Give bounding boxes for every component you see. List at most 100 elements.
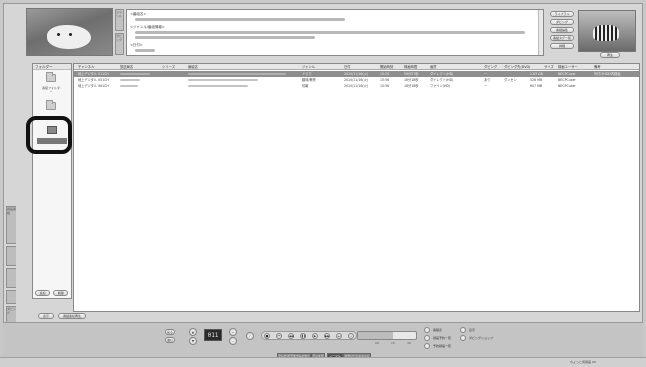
preview-thumbnail[interactable]	[578, 10, 636, 52]
view-icon[interactable]	[460, 327, 466, 333]
seek-mark: 15	[391, 341, 395, 345]
col-duration[interactable]: 録画時間	[404, 64, 417, 70]
vtab-recorded[interactable]: 録画番組	[6, 206, 16, 244]
col-dubbing-dest[interactable]: ダビング先(DVD)	[504, 64, 530, 70]
vtab-3[interactable]	[6, 268, 16, 288]
col-station[interactable]: 放送局名	[120, 64, 133, 70]
info-tab-label: ダビング	[116, 34, 123, 42]
vertical-tab-strip: 録画番組 ダビング	[6, 206, 16, 326]
col-program-name[interactable]: 番組名	[188, 64, 198, 70]
channel-display: 011	[204, 329, 222, 341]
continuous-play-button[interactable]: 番組連続再生	[58, 313, 86, 319]
scheduled-list-label[interactable]: 予約録画一覧	[433, 344, 451, 348]
fast-forward-icon[interactable]: ▶▶	[324, 333, 330, 339]
cell-size: 607 MB	[530, 84, 543, 88]
date-label: <日付>	[130, 43, 143, 47]
program-info-box: <番組名> <ジャンル/番組情報> <日付>	[126, 9, 544, 56]
vtab-2[interactable]	[6, 246, 16, 266]
rewind-icon[interactable]: ◀◀	[288, 333, 294, 339]
tag-list-button[interactable]: 番組タグ一覧	[550, 35, 574, 41]
folder-panel: フォルダー 番組フォルダー 追加 削除	[32, 63, 72, 299]
skip-icon[interactable]: »	[348, 333, 354, 339]
channel-up-icon[interactable]: ▲	[189, 328, 197, 336]
program-name-value	[135, 18, 345, 21]
col-series[interactable]: シリーズ	[162, 64, 175, 70]
folder-icon	[46, 100, 56, 110]
col-date[interactable]: 日付	[344, 64, 351, 70]
info-scrollbar[interactable]	[538, 10, 543, 55]
folder-item[interactable]: 番組フォルダー	[41, 86, 61, 94]
transport-controls: ■ ⏮ ◀◀ ❚❚ ▶ ▶▶ ⏭ »	[261, 331, 357, 340]
pause-icon[interactable]: ❚❚	[300, 333, 306, 339]
next-chapter-icon[interactable]: ⏭	[336, 333, 342, 339]
info-tab-dubbing[interactable]: ダビング	[115, 33, 124, 55]
play-icon[interactable]: ▶	[312, 333, 318, 339]
content-value-line	[135, 36, 315, 39]
date-value	[135, 49, 155, 52]
col-dubbing[interactable]: ダビング	[484, 64, 497, 70]
col-note[interactable]: 備考	[594, 64, 601, 70]
col-start[interactable]: 開始時刻	[380, 64, 393, 70]
info-tabs: ジャンル ダビング	[115, 9, 124, 55]
table-row[interactable]: 地上デジタル 061CH 情報 2010/11/16(火) 15:56 16分1…	[74, 83, 639, 89]
cell-channel: 地上デジタル 061CH	[78, 84, 109, 88]
reservation-list-icon[interactable]	[424, 335, 430, 341]
player-bar: 戻る 進む ▲ ▼ 011 + − ♪ ■ ⏮ ◀◀ ❚❚ ▶ ▶▶ ⏭ » 0…	[3, 322, 643, 358]
seek-bar[interactable]	[357, 331, 417, 340]
col-user[interactable]: 録画ユーザー	[558, 64, 578, 70]
status-bar	[0, 357, 646, 367]
folder-header: フォルダー	[33, 64, 71, 70]
cell-program-name	[188, 85, 248, 87]
folder-icon	[46, 72, 56, 82]
dubbing-shop-label[interactable]: ダビングショップ	[469, 336, 493, 340]
folder-item-label: 番組フォルダー	[41, 86, 60, 94]
back-button[interactable]: 戻る	[165, 329, 175, 335]
program-name-label: <番組名>	[130, 12, 147, 16]
reservation-list-label[interactable]: 録画予約一覧	[433, 336, 451, 340]
seek-progress	[358, 332, 393, 339]
highlight-callout	[26, 116, 72, 154]
volume-down-icon[interactable]: −	[229, 337, 237, 345]
seek-mark: 00	[375, 341, 379, 345]
edit-button[interactable]: 番組編集	[550, 27, 574, 33]
folder-item[interactable]	[41, 100, 61, 111]
cell-duration: 16分18秒	[404, 84, 419, 88]
seal-eye	[57, 33, 60, 36]
play-button[interactable]: 再生	[600, 52, 620, 58]
library-button[interactable]: ライブラリ	[550, 11, 574, 17]
status-text: ちょっと見録画 00	[570, 360, 596, 364]
cell-station	[120, 73, 150, 75]
view-label[interactable]: 表示	[469, 328, 475, 332]
scheduled-list-icon[interactable]	[424, 343, 430, 349]
cell-start: 15:56	[380, 84, 390, 88]
program-guide-label[interactable]: 番組表	[433, 328, 442, 332]
mute-icon[interactable]: ♪	[246, 332, 254, 340]
program-thumbnail[interactable]	[26, 8, 113, 56]
vtab-label: 録画番組	[7, 207, 16, 215]
volume-up-icon[interactable]: +	[229, 328, 237, 336]
col-genre[interactable]: ジャンル	[302, 64, 315, 70]
col-size[interactable]: サイズ	[544, 64, 554, 70]
vtab-4[interactable]	[6, 290, 16, 304]
dubbing-button[interactable]: ダビング	[550, 19, 574, 25]
forward-button[interactable]: 進む	[165, 337, 175, 343]
col-channel[interactable]: チャンネル	[78, 64, 94, 70]
col-quality[interactable]: 画質	[430, 64, 437, 70]
stop-icon[interactable]: ■	[264, 333, 270, 339]
seal-image	[47, 25, 91, 49]
program-list: チャンネル 放送局名 シリーズ 番組名 ジャンル 日付 開始時刻 録画時間 画質…	[73, 63, 640, 312]
cell-genre: 情報	[302, 84, 309, 88]
cell-station	[120, 79, 140, 81]
info-tab-genre[interactable]: ジャンル	[115, 9, 124, 31]
add-folder-button[interactable]: 追加	[35, 290, 50, 296]
prev-chapter-icon[interactable]: ⏮	[276, 333, 282, 339]
view-tab-button[interactable]: 表示	[38, 313, 54, 319]
program-guide-icon[interactable]	[424, 327, 430, 333]
folder-item[interactable]	[41, 72, 61, 83]
delete-folder-button[interactable]: 削除	[53, 290, 69, 296]
cell-station	[120, 85, 138, 87]
details-button[interactable]: 詳細	[550, 43, 574, 49]
channel-down-icon[interactable]: ▼	[189, 337, 197, 345]
dubbing-shop-icon[interactable]	[460, 335, 466, 341]
cell-program-name	[188, 73, 286, 75]
